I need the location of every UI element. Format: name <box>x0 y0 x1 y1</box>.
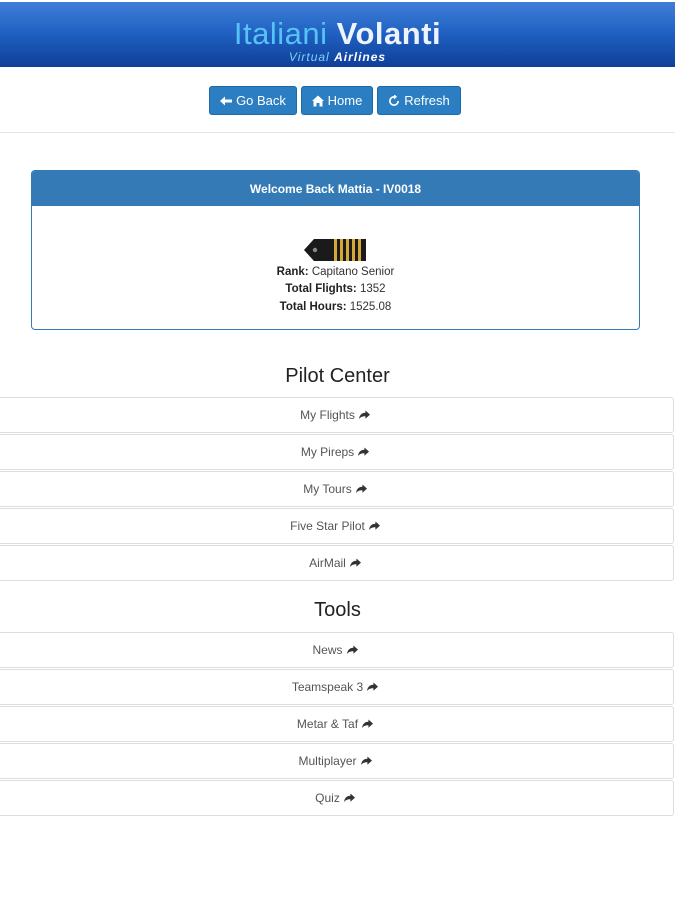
menu-item-my-pireps[interactable]: My Pireps <box>0 434 674 470</box>
logo-sub-word-2: Airlines <box>334 50 387 64</box>
arrow-left-icon <box>220 96 233 105</box>
tools-title: Tools <box>314 599 361 621</box>
refresh-icon <box>389 94 400 106</box>
menu-item-label: My Flights <box>300 408 355 422</box>
menu-item-label: Five Star Pilot <box>290 519 365 533</box>
site-header: Italiani Volanti Virtual Airlines <box>0 2 675 67</box>
go-back-label: Go Back <box>236 93 286 108</box>
rank-value: Capitano Senior <box>311 266 395 278</box>
flights-line: Total Flights: 1352 <box>32 283 639 295</box>
refresh-button[interactable]: Refresh <box>377 86 461 115</box>
nav-buttons: Go Back Home Refresh <box>0 86 675 116</box>
share-arrow-icon <box>360 755 372 765</box>
rank-label: Rank: <box>276 266 309 278</box>
welcome-panel: Welcome Back Mattia - IV0018 Rank: Capit… <box>31 170 640 330</box>
pilot-center-title: Pilot Center <box>285 365 390 387</box>
logo-word-1: Italiani <box>233 16 328 51</box>
menu-item-label: Quiz <box>315 791 340 805</box>
menu-item-my-flights[interactable]: My Flights <box>0 397 674 433</box>
menu-item-label: Multiplayer <box>298 754 357 768</box>
logo-subtitle: Virtual Airlines <box>0 50 675 64</box>
menu-item-label: AirMail <box>309 556 346 570</box>
menu-item-news[interactable]: News <box>0 632 674 668</box>
rank-insignia-icon <box>304 239 366 261</box>
home-button[interactable]: Home <box>301 86 373 115</box>
go-back-button[interactable]: Go Back <box>209 86 297 115</box>
share-arrow-icon <box>358 409 370 419</box>
menu-item-label: Metar & Taf <box>296 717 359 731</box>
menu-item-quiz[interactable]: Quiz <box>0 780 674 816</box>
menu-item-label: News <box>312 643 343 657</box>
menu-item-five-star-pilot[interactable]: Five Star Pilot <box>0 508 674 544</box>
logo[interactable]: Italiani Volanti <box>0 17 675 51</box>
hours-value: 1525.08 <box>349 301 392 313</box>
home-icon <box>311 95 324 106</box>
home-label: Home <box>327 93 363 108</box>
menu-item-label: My Pireps <box>300 445 355 459</box>
share-arrow-icon <box>358 446 370 456</box>
header-divider <box>0 132 675 133</box>
logo-sub-word-1: Virtual <box>288 50 330 64</box>
share-arrow-icon <box>367 681 379 691</box>
menu-item-metar-taf[interactable]: Metar & Taf <box>0 706 674 742</box>
menu-item-multiplayer[interactable]: Multiplayer <box>0 743 674 779</box>
menu-item-label: My Tours <box>303 482 352 496</box>
share-arrow-icon <box>343 792 355 802</box>
menu-item-teamspeak[interactable]: Teamspeak 3 <box>0 669 674 705</box>
share-arrow-icon <box>346 644 358 654</box>
menu-item-label: Teamspeak 3 <box>291 680 364 694</box>
share-arrow-icon <box>355 483 367 493</box>
rank-line: Rank: Capitano Senior <box>32 266 639 278</box>
share-arrow-icon <box>368 520 380 530</box>
flights-label: Total Flights: <box>285 283 357 295</box>
refresh-label: Refresh <box>404 93 450 108</box>
welcome-title: Welcome Back Mattia - IV0018 <box>32 171 639 206</box>
share-arrow-icon <box>349 557 361 567</box>
menu-item-my-tours[interactable]: My Tours <box>0 471 674 507</box>
flights-value: 1352 <box>359 283 386 295</box>
menu-item-airmail[interactable]: AirMail <box>0 545 674 581</box>
hours-line: Total Hours: 1525.08 <box>32 301 639 313</box>
share-arrow-icon <box>362 718 374 728</box>
hours-label: Total Hours: <box>279 301 347 313</box>
logo-word-2: Volanti <box>336 16 442 51</box>
